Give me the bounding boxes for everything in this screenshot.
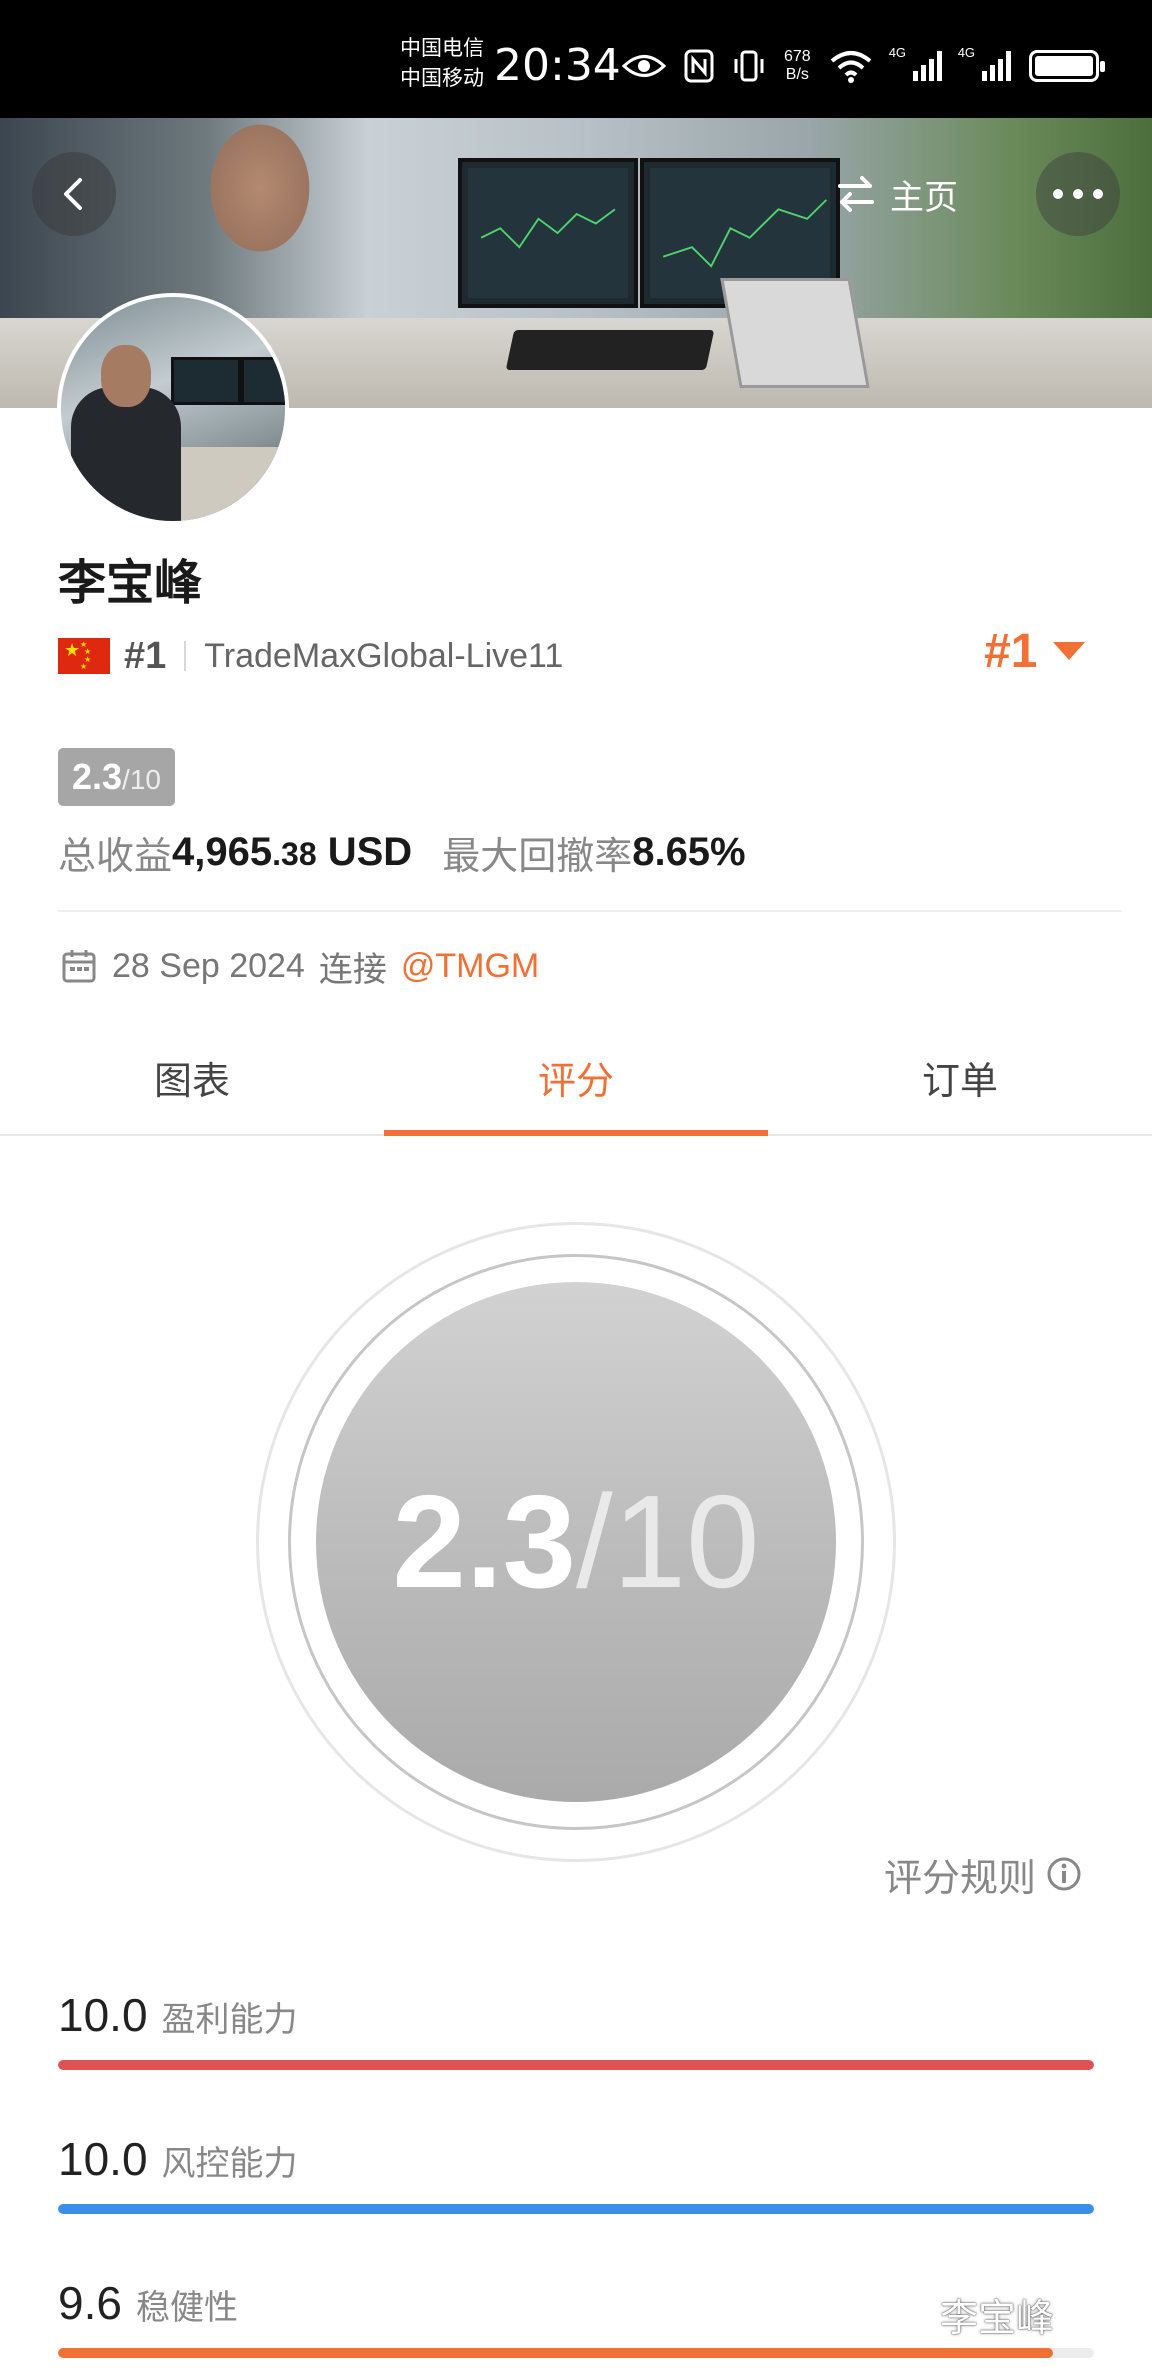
divider — [58, 910, 1122, 912]
connect-label: 连接 — [318, 950, 387, 989]
wifi-icon — [830, 51, 871, 83]
score-rules-link[interactable]: 评分规则 — [884, 1846, 1082, 1902]
signal-tag-1: 4G — [888, 45, 907, 60]
metric-value: 10.0 — [58, 1989, 148, 2041]
carrier-2: 中国移动 — [400, 67, 484, 90]
nfc-icon — [684, 49, 714, 83]
tab-orders[interactable]: 订单 — [768, 1020, 1152, 1134]
status-time: 20:34 — [494, 40, 621, 91]
tab-chart[interactable]: 图表 — [0, 1020, 384, 1134]
divider — [184, 641, 187, 671]
banner-laptop — [720, 278, 870, 388]
metric-track — [58, 2348, 1094, 2358]
more-dots-icon — [1053, 189, 1063, 199]
score-badge-value: 2.3 — [72, 756, 123, 797]
metric-profitability: 10.0 盈利能力 — [58, 1988, 1094, 2070]
total-return-int: 4,965 — [172, 829, 273, 874]
chevron-left-icon — [64, 178, 82, 210]
score-circle: 2.3 /10 — [316, 1282, 836, 1802]
swap-icon — [838, 176, 874, 212]
rank-big: #1 — [984, 624, 1038, 678]
tab-bar: 图表 评分 订单 — [0, 1020, 1152, 1136]
home-label: 主页 — [890, 178, 958, 217]
metric-value: 9.6 — [58, 2277, 122, 2329]
metric-bar — [58, 2348, 1053, 2358]
max-drawdown-label: 最大回撤率 — [442, 835, 633, 878]
net-speed-unit: B/s — [785, 66, 809, 83]
china-flag-icon: ★ ★ ★ ★ ★ — [58, 638, 110, 674]
metric-label: 稳健性 — [135, 2289, 238, 2327]
battery-icon — [1028, 50, 1105, 82]
metric-track — [58, 2060, 1094, 2070]
home-button[interactable]: 主页 — [836, 160, 958, 228]
score-badge: 2.3 /10 — [58, 748, 175, 806]
trader-meta: ★ ★ ★ ★ ★ #1 TradeMaxGlobal-Live11 — [58, 628, 563, 684]
connect-info: 28 Sep 2024 连接 @TMGM — [60, 938, 539, 994]
metric-label: 盈利能力 — [161, 2001, 298, 2039]
connect-date: 28 Sep 2024 — [112, 946, 305, 985]
metric-track — [58, 2204, 1094, 2214]
metric-stability: 9.6 稳健性 — [58, 2276, 1094, 2358]
tab-score[interactable]: 评分 — [384, 1020, 768, 1136]
metric-risk-control: 10.0 风控能力 — [58, 2132, 1094, 2214]
banner-monitor — [458, 158, 638, 308]
server-name: TradeMaxGlobal-Live11 — [204, 636, 564, 675]
rank-small: #1 — [124, 634, 167, 677]
status-bar: 中国电信 中国移动 20:34 678 B/s 4G 4G — [0, 0, 1152, 118]
score-denominator: /10 — [576, 1468, 760, 1615]
score-badge-denominator: /10 — [122, 764, 161, 795]
watermark: 李宝峰 — [940, 2297, 1055, 2340]
back-button[interactable] — [32, 152, 116, 236]
stats-row: 总收益 4,965.38 USD 最大回撤率 8.65% — [58, 820, 746, 884]
eye-icon — [622, 55, 666, 77]
metric-value: 10.0 — [58, 2133, 148, 2185]
total-return-value: 4,965.38 USD — [172, 830, 412, 875]
metric-bar — [58, 2060, 1094, 2070]
total-return-label: 总收益 — [58, 835, 173, 878]
banner-keyboard — [505, 330, 715, 370]
signal-icon: 4G — [889, 45, 942, 81]
metric-label: 风控能力 — [161, 2145, 298, 2183]
broker-link[interactable]: @TMGM — [401, 947, 539, 986]
carrier-info: 中国电信 中国移动 — [400, 34, 484, 94]
avatar[interactable] — [57, 293, 289, 525]
net-speed-value: 678 — [784, 48, 811, 65]
info-icon — [1047, 1857, 1081, 1891]
total-return-dec: .38 — [272, 835, 317, 872]
score-value: 2.3 — [392, 1468, 577, 1615]
calendar-icon — [62, 950, 96, 983]
carrier-1: 中国电信 — [400, 37, 484, 60]
signal-tag-2: 4G — [957, 45, 976, 60]
metric-bar — [58, 2204, 1094, 2214]
score-rules-label: 评分规则 — [884, 1857, 1037, 1900]
status-icons: 678 B/s 4G 4G — [622, 40, 1105, 92]
signal-icon: 4G — [958, 45, 1011, 81]
vibrate-icon — [734, 50, 764, 82]
total-return-unit: USD — [327, 829, 413, 874]
trader-name: 李宝峰 — [58, 557, 203, 610]
network-speed: 678 B/s — [784, 48, 811, 84]
caret-down-icon — [1053, 642, 1086, 660]
max-drawdown-value: 8.65% — [632, 829, 746, 874]
more-button[interactable] — [1036, 152, 1120, 236]
rank-dropdown[interactable]: #1 — [984, 620, 1086, 682]
